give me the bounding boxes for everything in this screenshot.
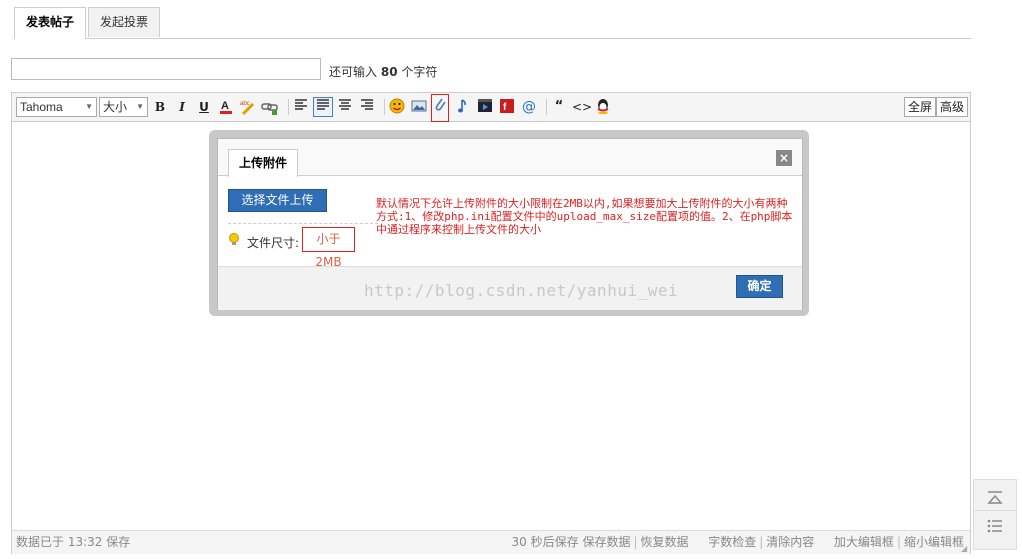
last-saved-text: 数据已于 13:32 保存 xyxy=(16,535,131,549)
font-family-select[interactable]: Tahoma ▼ xyxy=(16,97,97,117)
align-left-icon[interactable] xyxy=(292,98,310,116)
enlarge-editor-link[interactable]: 加大编辑框 xyxy=(834,535,894,549)
font-color-icon[interactable]: A xyxy=(217,98,235,116)
watermark-text: http://blog.csdn.net/yanhui_wei xyxy=(364,281,679,300)
dashed-divider xyxy=(228,223,378,224)
list-view-button[interactable] xyxy=(973,510,1017,550)
video-icon[interactable] xyxy=(476,98,494,116)
lightbulb-icon xyxy=(228,233,240,250)
svg-text:abc: abc xyxy=(240,101,250,107)
shrink-editor-link[interactable]: 缩小编辑框 xyxy=(904,535,964,549)
file-size-limit-value: 小于 2MB xyxy=(302,227,355,269)
tab-post-thread[interactable]: 发表帖子 xyxy=(14,7,87,39)
svg-text:A: A xyxy=(221,100,229,112)
char-count-number: 80 xyxy=(380,65,398,79)
flash-icon[interactable]: f xyxy=(498,98,516,116)
link-icon[interactable] xyxy=(261,98,279,116)
quote-icon[interactable]: “ xyxy=(550,98,568,116)
tab-upload-attachment[interactable]: 上传附件 xyxy=(228,149,299,177)
char-count-prefix: 还可输入 xyxy=(329,65,378,79)
close-icon[interactable]: × xyxy=(776,150,792,166)
confirm-button[interactable]: 确定 xyxy=(736,275,783,298)
upload-attachment-dialog: 上传附件 × 选择文件上传 默认情况下允许上传附件的大小限制在2MB以内,如果想… xyxy=(217,138,803,310)
upload-limit-annotation: 默认情况下允许上传附件的大小限制在2MB以内,如果想要加大上传附件的大小有两种方… xyxy=(376,197,793,236)
file-size-label: 文件尺寸: xyxy=(247,236,300,250)
tab-start-poll[interactable]: 发起投票 xyxy=(88,7,161,37)
fullscreen-button[interactable]: 全屏 xyxy=(904,97,937,117)
image-icon[interactable] xyxy=(410,98,428,116)
align-justify-icon[interactable] xyxy=(313,97,333,117)
chevron-down-icon: ▼ xyxy=(136,102,144,111)
restore-data-link[interactable]: 恢复数据 xyxy=(641,535,689,549)
attachment-icon[interactable] xyxy=(431,94,449,122)
qq-icon[interactable] xyxy=(594,98,612,116)
align-right-icon[interactable] xyxy=(358,98,376,116)
font-family-value: Tahoma xyxy=(20,100,63,114)
dialog-header: 上传附件 × xyxy=(218,139,802,177)
font-size-value: 大小 xyxy=(103,100,128,114)
mention-at-icon[interactable]: @ xyxy=(520,98,538,116)
subject-input[interactable] xyxy=(11,58,321,80)
advanced-button[interactable]: 高级 xyxy=(936,97,969,117)
arrow-up-icon xyxy=(987,491,1003,504)
list-icon xyxy=(987,519,1002,533)
dialog-footer: http://blog.csdn.net/yanhui_wei 确定 xyxy=(218,266,802,310)
editor-toolbar: Tahoma ▼ 大小 ▼ B I U A abc f @ “ <> 全屏 高级 xyxy=(12,93,970,122)
resize-handle-icon[interactable]: ◢ xyxy=(961,545,969,553)
italic-button[interactable]: I xyxy=(173,98,191,116)
emoticon-icon[interactable] xyxy=(388,98,406,116)
status-actions: 30 秒后保存 保存数据 | 恢复数据 字数检查 | 清除内容 加大编辑框 | 缩小编辑框 xyxy=(511,535,964,549)
post-tabs: 发表帖子 发起投票 xyxy=(14,7,971,39)
char-count-suffix: 个字符 xyxy=(401,65,438,79)
code-icon[interactable]: <> xyxy=(572,98,592,116)
char-count-hint: 还可输入 80 个字符 xyxy=(329,63,437,80)
editor-status-bar: 数据已于 13:32 保存 30 秒后保存 保存数据 | 恢复数据 字数检查 | 清除内… xyxy=(12,530,970,554)
svg-text:@: @ xyxy=(522,99,536,114)
align-center-icon[interactable] xyxy=(336,98,354,116)
word-check-link[interactable]: 字数检查 xyxy=(708,535,756,549)
save-data-link[interactable]: 保存数据 xyxy=(582,535,630,549)
choose-file-upload-button[interactable]: 选择文件上传 xyxy=(228,189,327,212)
underline-button[interactable]: U xyxy=(195,98,213,116)
font-size-select[interactable]: 大小 ▼ xyxy=(99,97,148,117)
bold-button[interactable]: B xyxy=(151,98,169,116)
audio-icon[interactable] xyxy=(454,98,472,116)
clear-content-link[interactable]: 清除内容 xyxy=(766,535,814,549)
chevron-down-icon: ▼ xyxy=(85,102,93,111)
upload-attachment-dialog-frame: 上传附件 × 选择文件上传 默认情况下允许上传附件的大小限制在2MB以内,如果想… xyxy=(209,130,809,316)
spellcheck-icon[interactable]: abc xyxy=(239,98,257,116)
autosave-countdown: 30 秒后保存 xyxy=(511,535,579,549)
